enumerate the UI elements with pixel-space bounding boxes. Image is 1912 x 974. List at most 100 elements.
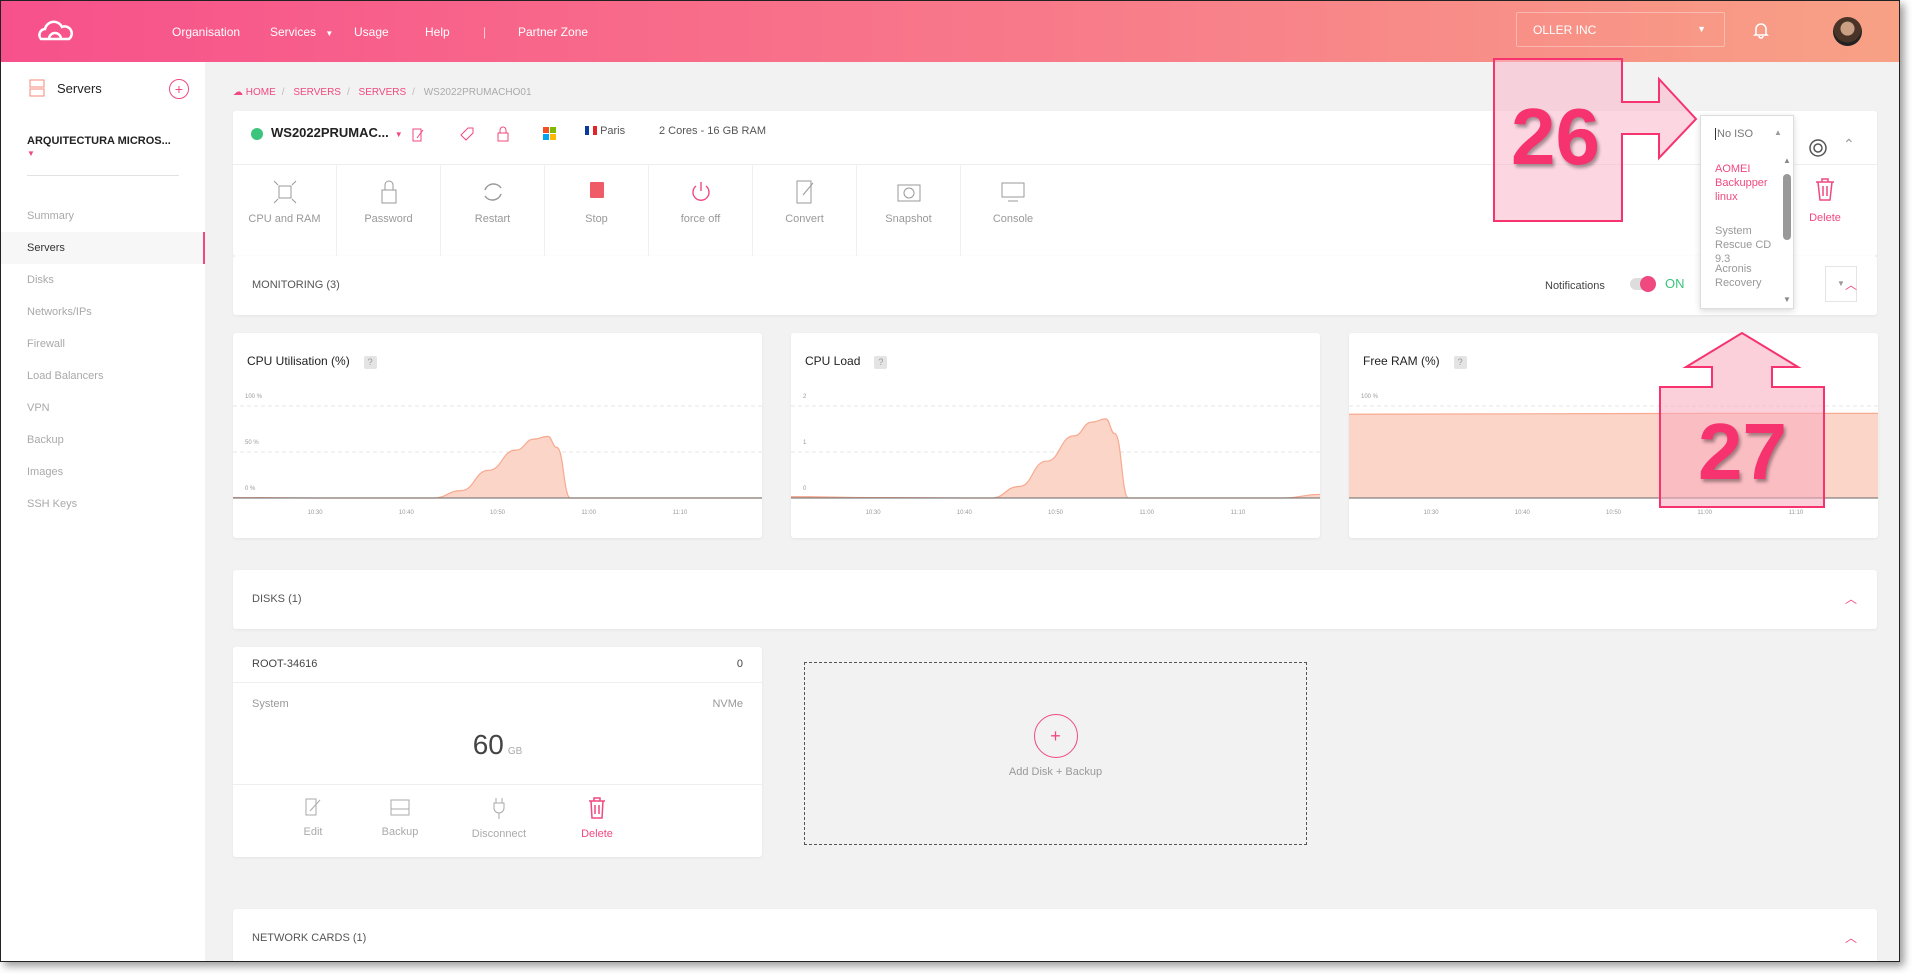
server-icon xyxy=(29,79,45,97)
nav-usage[interactable]: Usage xyxy=(354,25,389,39)
organisation-select[interactable]: OLLER INC ▼ xyxy=(1516,12,1725,47)
user-avatar[interactable] xyxy=(1833,17,1862,46)
chevron-down-icon: ▼ xyxy=(325,29,334,38)
callout-number: 26 xyxy=(1511,92,1600,181)
nav-help[interactable]: Help xyxy=(425,25,450,39)
resize-icon xyxy=(273,180,296,204)
cpu-ram-label: CPU and RAM xyxy=(248,213,321,225)
cloud-logo-icon[interactable] xyxy=(33,19,77,43)
edit-label: Edit xyxy=(303,826,323,838)
tag-icon[interactable] xyxy=(459,126,475,142)
edit-icon[interactable] xyxy=(411,127,425,143)
lock-icon[interactable] xyxy=(497,126,509,142)
breadcrumb-servers[interactable]: SERVERS xyxy=(293,87,341,98)
network-cards-header[interactable]: NETWORK CARDS (1) ︿ xyxy=(233,909,1877,961)
iso-option[interactable]: AOMEI Backupper linux xyxy=(1715,162,1777,204)
y-tick-label: 0 % xyxy=(245,486,256,492)
y-tick-label: 1 xyxy=(803,440,807,446)
nav-organisation[interactable]: Organisation xyxy=(172,25,240,39)
sidebar-item-load-balancers[interactable]: Load Balancers xyxy=(1,360,205,392)
sidebar-item-servers[interactable]: Servers xyxy=(1,232,205,264)
nav-services[interactable]: Services ▼ xyxy=(270,25,333,39)
disk-delete-button[interactable]: Delete xyxy=(547,797,647,840)
breadcrumb-servers-2[interactable]: SERVERS xyxy=(359,87,407,98)
iso-option[interactable]: System Rescue CD 9.3 xyxy=(1715,224,1777,266)
server-name-select[interactable]: WS2022PRUMAC... ▼ xyxy=(271,125,403,140)
project-name: ARQUITECTURA MICROS... xyxy=(27,135,171,147)
force-off-button[interactable]: force off xyxy=(649,165,753,256)
sidebar-item-ssh-keys[interactable]: SSH Keys xyxy=(1,488,205,520)
iso-option[interactable]: Acronis Recovery xyxy=(1715,262,1777,310)
snapshot-button[interactable]: Snapshot xyxy=(857,165,961,256)
snapshot-label: Snapshot xyxy=(885,213,932,225)
project-select[interactable]: ARQUITECTURA MICROS... ▼ xyxy=(27,135,179,176)
chevron-down-icon: ▼ xyxy=(394,130,403,139)
disks-header[interactable]: DISKS (1) ︿ xyxy=(233,570,1877,629)
sidebar-item-backup[interactable]: Backup xyxy=(1,424,205,456)
disk-bus: NVMe xyxy=(712,698,743,710)
disks-title: DISKS (1) xyxy=(252,593,302,605)
camera-icon xyxy=(897,184,920,202)
cloud-icon: ☁ xyxy=(233,87,243,98)
x-tick-label: 10:30 xyxy=(308,510,324,516)
sidebar-item-vpn[interactable]: VPN xyxy=(1,392,205,424)
password-button[interactable]: Password xyxy=(337,165,441,256)
x-tick-label: 11:10 xyxy=(1231,510,1246,516)
plus-icon: + xyxy=(1033,714,1078,758)
y-tick-label: 0 xyxy=(803,486,807,492)
hard-drive-icon xyxy=(390,799,410,816)
x-tick-label: 10:40 xyxy=(399,510,415,516)
monitoring-header[interactable]: MONITORING (3) Notifications ON ▼ ︿ xyxy=(233,256,1877,315)
disk-disconnect-button[interactable]: Disconnect xyxy=(449,797,549,840)
scroll-down-icon[interactable]: ▼ xyxy=(1783,295,1791,304)
cpu-ram-button[interactable]: CPU and RAM xyxy=(233,165,337,256)
add-disk-button[interactable]: + Add Disk + Backup xyxy=(804,662,1307,845)
chevron-up-icon[interactable]: ︿ xyxy=(1845,590,1857,607)
convert-button[interactable]: Convert xyxy=(753,165,857,256)
callout-number: 27 xyxy=(1698,407,1787,496)
location: Paris xyxy=(585,125,625,137)
sidebar-item-disks[interactable]: Disks xyxy=(1,264,205,296)
restart-icon xyxy=(483,183,502,201)
restart-button[interactable]: Restart xyxy=(441,165,545,256)
iso-dropdown[interactable]: No ISO ▲ AOMEI Backupper linux System Res… xyxy=(1700,115,1794,309)
sidebar-item-networks[interactable]: Networks/IPs xyxy=(1,296,205,328)
collapse-icon[interactable]: ⌃ xyxy=(1843,136,1855,153)
chevron-up-icon[interactable]: ︿ xyxy=(1845,276,1857,293)
disk-edit-button[interactable]: Edit xyxy=(263,797,363,838)
x-tick-label: 10:40 xyxy=(957,510,973,516)
iso-scrollbar[interactable]: ▲ ▼ xyxy=(1783,156,1791,306)
breadcrumb-home[interactable]: HOME xyxy=(246,87,276,98)
add-server-button[interactable]: + xyxy=(169,79,189,99)
delete-label: Delete xyxy=(581,828,613,840)
delete-server-button[interactable]: Delete xyxy=(1800,177,1850,224)
breadcrumb-current: WS2022PRUMACHO01 xyxy=(423,87,532,98)
disk-backup-button[interactable]: Backup xyxy=(350,797,450,838)
trash-icon xyxy=(1816,178,1834,201)
sidebar-item-summary[interactable]: Summary xyxy=(1,200,205,232)
stop-button[interactable]: Stop xyxy=(545,165,649,256)
disk-card: ROOT-34616 0 System NVMe 60 GB Edit Backup… xyxy=(233,647,762,857)
chevron-up-icon[interactable]: ︿ xyxy=(1845,929,1857,946)
x-tick-label: 10:30 xyxy=(866,510,882,516)
monitoring-title: MONITORING (3) xyxy=(252,279,340,291)
nav-partner-zone[interactable]: Partner Zone xyxy=(518,25,588,39)
sidebar-item-firewall[interactable]: Firewall xyxy=(1,328,205,360)
scrollbar-thumb[interactable] xyxy=(1783,174,1791,240)
bell-icon[interactable] xyxy=(1753,21,1769,39)
gear-icon[interactable] xyxy=(1808,138,1828,158)
password-label: Password xyxy=(364,213,413,225)
iso-select-input[interactable]: No ISO ▲ xyxy=(1715,128,1782,140)
scroll-up-icon[interactable]: ▲ xyxy=(1783,156,1791,165)
location-label: Paris xyxy=(600,125,626,137)
console-button[interactable]: Console xyxy=(961,165,1065,256)
notifications-toggle[interactable] xyxy=(1630,276,1656,292)
x-tick-label: 10:30 xyxy=(1424,510,1440,516)
stop-icon xyxy=(589,182,604,198)
sidebar-item-images[interactable]: Images xyxy=(1,456,205,488)
x-tick-label: 10:50 xyxy=(1606,510,1622,516)
status-dot xyxy=(251,128,263,140)
chart-plot: 100 %50 %0 %10:3010:4010:5011:0011:1011: xyxy=(233,394,762,516)
chart-cpu-load: CPU Load? 21010:3010:4010:5011:0011:1011… xyxy=(791,333,1320,538)
disk-index: 0 xyxy=(736,658,743,670)
